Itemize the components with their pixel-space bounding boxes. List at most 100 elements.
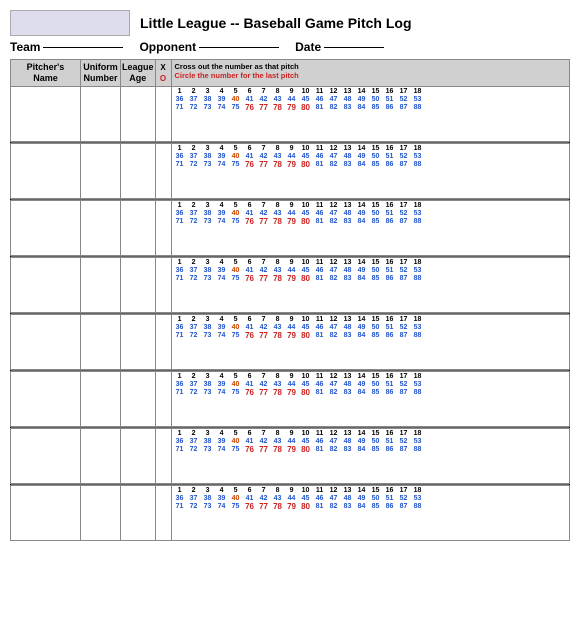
pitch-num: 71 [173, 218, 187, 226]
pitch-numbers-cell: 1234567891011121314151617183637383940414… [171, 485, 569, 540]
pitch-num: 2 [187, 145, 201, 152]
league-age-cell[interactable] [121, 485, 156, 540]
pitch-num: 81 [313, 389, 327, 397]
pitch-num: 74 [215, 503, 229, 511]
pitch-num: 42 [257, 210, 271, 217]
pitch-num: 1 [173, 145, 187, 152]
pitch-num: 16 [383, 88, 397, 95]
table-row: 1234567891011121314151617183637383940414… [11, 314, 570, 369]
table-header: Pitcher'sName UniformNumber LeagueAge X … [11, 60, 570, 87]
pitch-num: 88 [411, 503, 425, 511]
pitch-num: 6 [243, 487, 257, 494]
pitch-num: 44 [285, 96, 299, 103]
uniform-number-cell[interactable] [81, 86, 121, 141]
pitch-num: 48 [341, 324, 355, 331]
pitch-num: 7 [257, 202, 271, 209]
pitch-num: 38 [201, 438, 215, 445]
uniform-number-cell[interactable] [81, 143, 121, 198]
pitch-num: 44 [285, 210, 299, 217]
pitch-num: 51 [383, 96, 397, 103]
pitch-num: 16 [383, 487, 397, 494]
pitch-num: 47 [327, 96, 341, 103]
league-age-cell[interactable] [121, 143, 156, 198]
pitch-num: 9 [285, 373, 299, 380]
pitch-num: 13 [341, 202, 355, 209]
pitch-num: 9 [285, 487, 299, 494]
pitch-num: 9 [285, 88, 299, 95]
league-age-cell[interactable] [121, 86, 156, 141]
pitch-num: 53 [411, 324, 425, 331]
pitch-num: 36 [173, 210, 187, 217]
pitch-num: 82 [327, 446, 341, 454]
pitch-num: 46 [313, 495, 327, 502]
pitch-num: 3 [201, 259, 215, 266]
pitcher-name-cell[interactable] [11, 314, 81, 369]
pitch-num: 12 [327, 430, 341, 437]
league-age-cell[interactable] [121, 371, 156, 426]
pitch-num: 87 [397, 275, 411, 283]
pitch-num: 76 [243, 218, 257, 226]
league-age-cell[interactable] [121, 314, 156, 369]
pitch-num: 80 [299, 161, 313, 169]
pitch-num: 7 [257, 316, 271, 323]
pitcher-name-cell[interactable] [11, 86, 81, 141]
pitch-num: 72 [187, 332, 201, 340]
pitch-num: 36 [173, 153, 187, 160]
pitch-num: 48 [341, 210, 355, 217]
xo-cell [155, 371, 171, 426]
pitch-num: 53 [411, 495, 425, 502]
pitcher-name-cell[interactable] [11, 485, 81, 540]
pitch-num: 38 [201, 267, 215, 274]
pitch-num: 6 [243, 88, 257, 95]
pitch-num: 53 [411, 153, 425, 160]
uniform-number-cell[interactable] [81, 200, 121, 255]
uniform-number-cell[interactable] [81, 485, 121, 540]
uniform-number-cell[interactable] [81, 257, 121, 312]
pitch-num: 45 [299, 495, 313, 502]
pitcher-name-cell[interactable] [11, 200, 81, 255]
pitch-num: 78 [271, 218, 285, 226]
pitcher-name-cell[interactable] [11, 143, 81, 198]
pitch-num: 51 [383, 210, 397, 217]
pitch-num: 71 [173, 275, 187, 283]
league-age-cell[interactable] [121, 257, 156, 312]
pitch-num: 71 [173, 104, 187, 112]
pitch-num: 79 [285, 104, 299, 112]
pitch-numbers-cell: 1234567891011121314151617183637383940414… [171, 314, 569, 369]
pitch-num: 11 [313, 316, 327, 323]
pitch-num: 84 [355, 275, 369, 283]
pitch-num: 87 [397, 104, 411, 112]
pitch-num: 10 [299, 430, 313, 437]
pitch-num: 85 [369, 389, 383, 397]
pitch-num: 84 [355, 389, 369, 397]
league-age-cell[interactable] [121, 200, 156, 255]
pitch-num: 10 [299, 259, 313, 266]
pitch-num: 37 [187, 438, 201, 445]
table-row: 1234567891011121314151617183637383940414… [11, 86, 570, 141]
pitcher-name-cell[interactable] [11, 371, 81, 426]
pitch-num: 84 [355, 503, 369, 511]
pitch-num: 4 [215, 430, 229, 437]
pitch-num: 38 [201, 210, 215, 217]
pitch-num: 15 [369, 487, 383, 494]
pitch-num: 14 [355, 316, 369, 323]
pitch-num: 14 [355, 487, 369, 494]
pitcher-name-cell[interactable] [11, 257, 81, 312]
uniform-number-cell[interactable] [81, 314, 121, 369]
pitch-num: 85 [369, 104, 383, 112]
pitch-num: 46 [313, 153, 327, 160]
uniform-number-cell[interactable] [81, 428, 121, 483]
pitch-num: 46 [313, 438, 327, 445]
pitch-num: 14 [355, 373, 369, 380]
pitch-num: 9 [285, 259, 299, 266]
pitch-num: 80 [299, 104, 313, 112]
pitch-num: 39 [215, 153, 229, 160]
pitcher-name-cell[interactable] [11, 428, 81, 483]
uniform-number-cell[interactable] [81, 371, 121, 426]
pitch-num: 10 [299, 487, 313, 494]
league-age-cell[interactable] [121, 428, 156, 483]
pitch-num: 17 [397, 145, 411, 152]
pitch-num: 43 [271, 210, 285, 217]
pitch-num: 73 [201, 161, 215, 169]
pitch-num: 7 [257, 88, 271, 95]
